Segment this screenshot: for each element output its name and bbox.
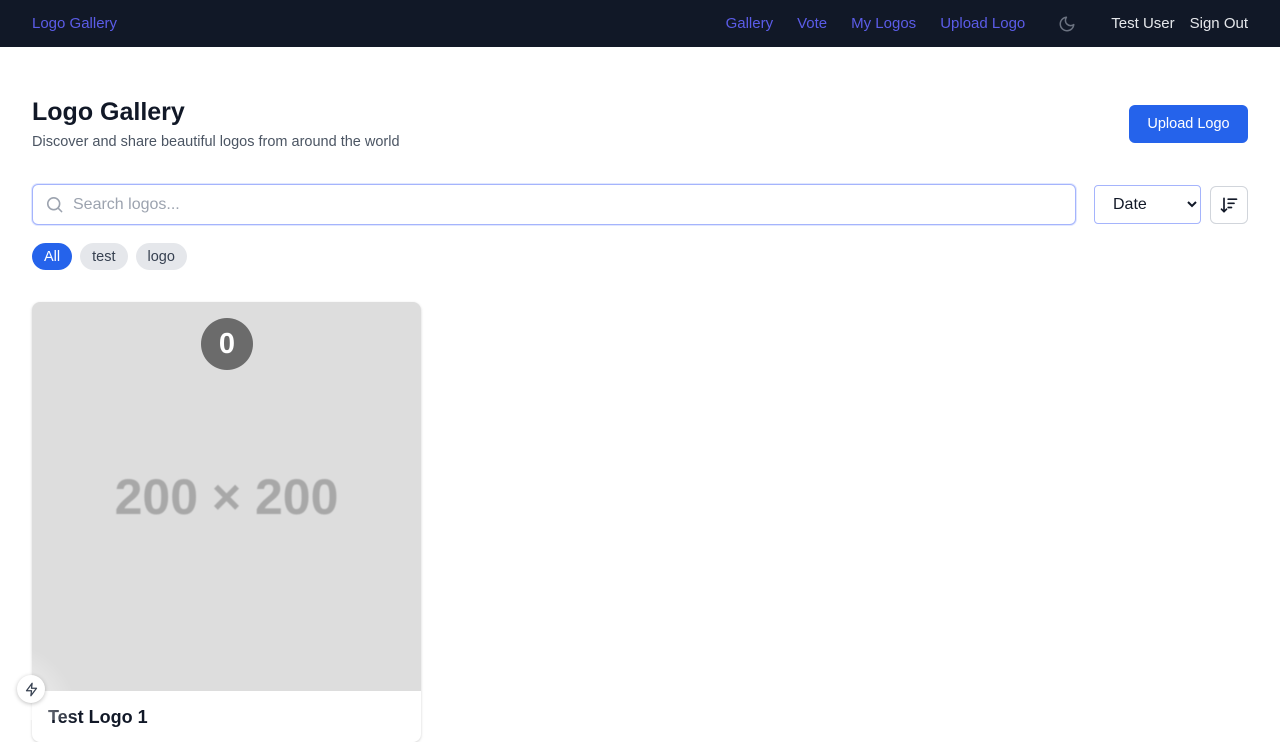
moon-icon [1058, 15, 1076, 33]
search-box [32, 184, 1076, 225]
page-subtitle: Discover and share beautiful logos from … [32, 134, 400, 150]
sort-direction-button[interactable] [1210, 186, 1248, 224]
nav-links: Gallery Vote My Logos Upload Logo [726, 15, 1026, 32]
search-icon [44, 195, 64, 215]
logo-card[interactable]: 200 × 200 0 Test Logo 1 [32, 302, 421, 742]
sign-out-link[interactable]: Sign Out [1190, 15, 1248, 32]
vote-count-badge: 0 [201, 318, 253, 370]
sort-select[interactable]: Date [1094, 185, 1201, 224]
tag-filter-test[interactable]: test [80, 243, 128, 270]
nav-link-vote[interactable]: Vote [797, 15, 827, 32]
user-name: Test User [1111, 15, 1175, 32]
search-input[interactable] [73, 185, 1075, 224]
brand-link[interactable]: Logo Gallery [32, 15, 117, 32]
tag-filter-all[interactable]: All [32, 243, 73, 270]
top-navigation: Logo Gallery Gallery Vote My Logos Uploa… [0, 0, 1280, 47]
upload-logo-button[interactable]: Upload Logo [1129, 105, 1248, 143]
logo-card-title: Test Logo 1 [48, 707, 148, 727]
dev-tools-button[interactable] [17, 675, 45, 703]
sort-descending-icon [1219, 195, 1239, 215]
nav-link-my-logos[interactable]: My Logos [851, 15, 916, 32]
tag-filter-logo[interactable]: logo [135, 243, 187, 270]
page-title: Logo Gallery [32, 98, 185, 126]
nav-link-gallery[interactable]: Gallery [726, 15, 774, 32]
image-placeholder-text: 200 × 200 [114, 468, 339, 525]
theme-toggle-button[interactable] [1053, 10, 1081, 38]
nav-link-upload-logo[interactable]: Upload Logo [940, 15, 1025, 32]
tag-filters: All test logo [32, 243, 195, 270]
lightning-icon [24, 682, 39, 697]
